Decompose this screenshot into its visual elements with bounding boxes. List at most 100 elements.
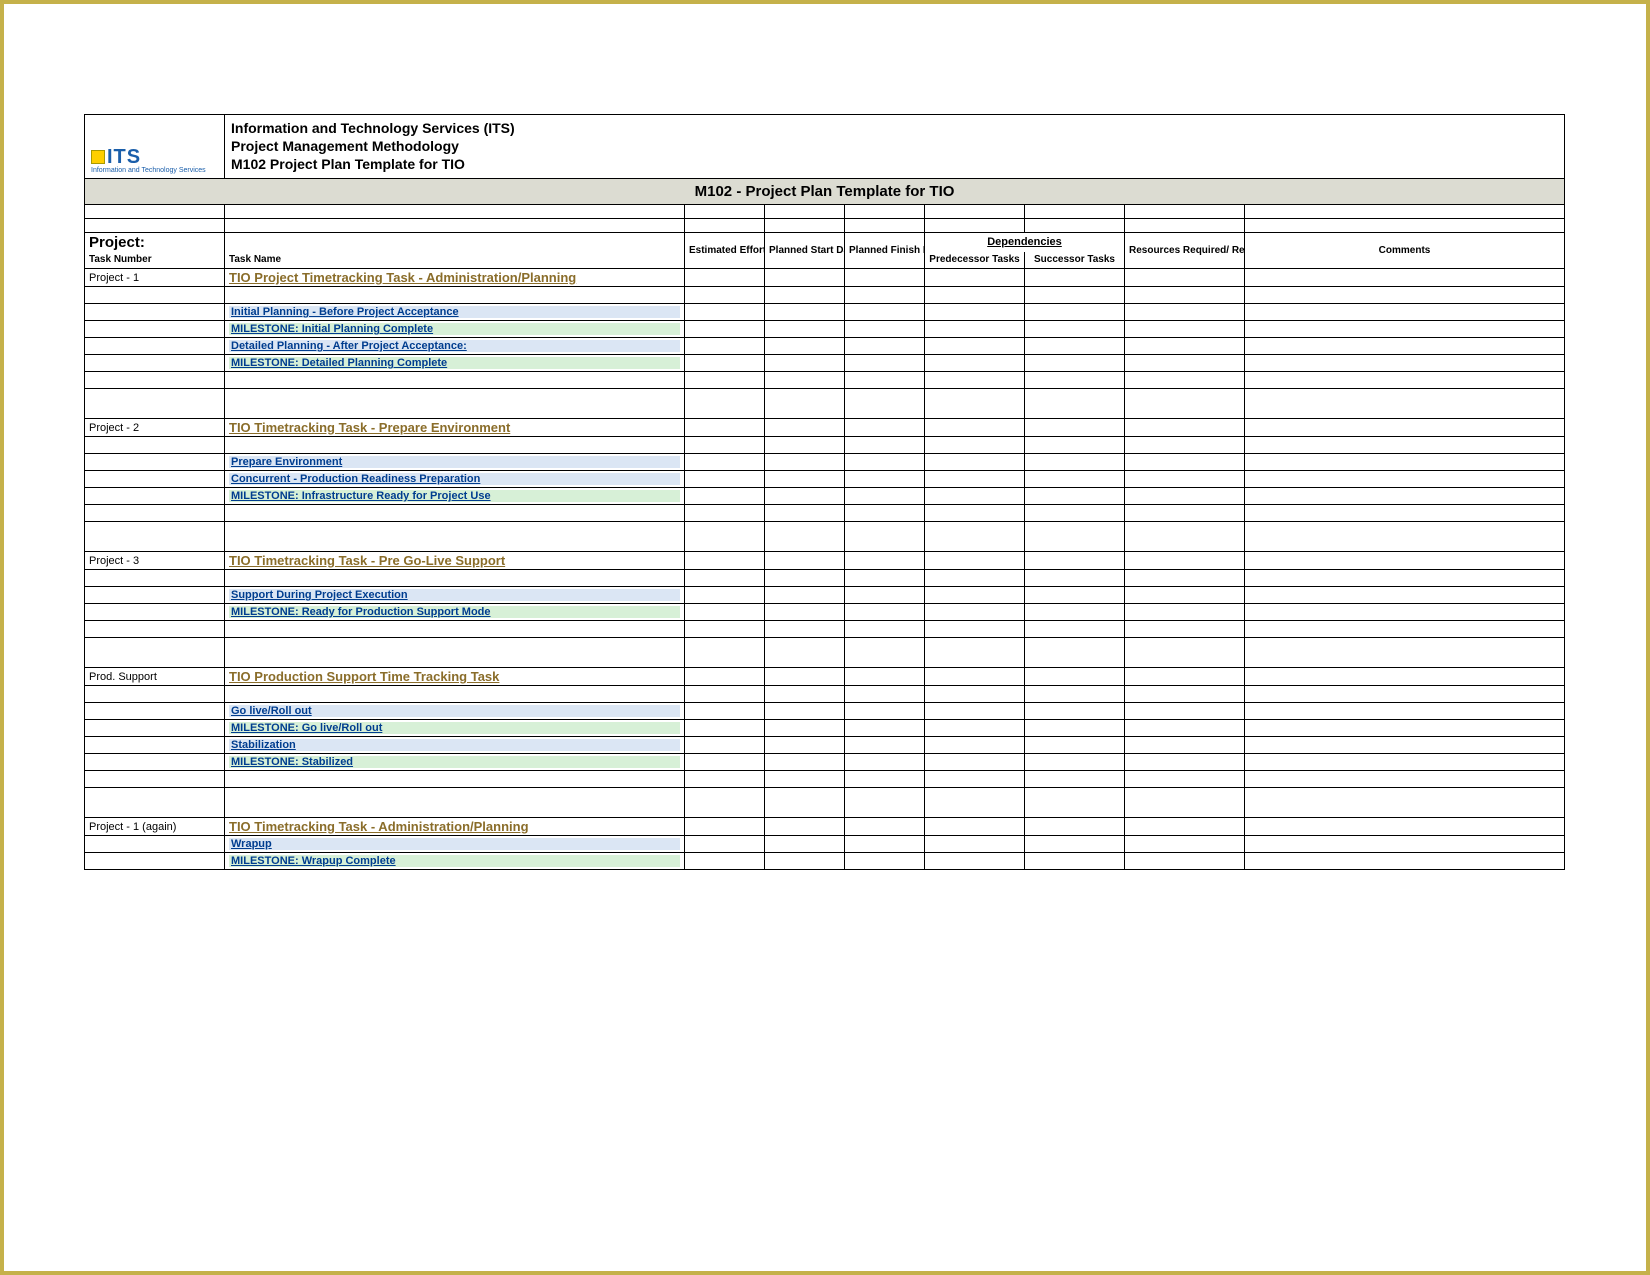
task-name-cell[interactable]: TIO Timetracking Task - Pre Go-Live Supp… [225, 552, 685, 570]
data-cell[interactable] [1125, 471, 1245, 488]
data-cell[interactable] [1245, 471, 1565, 488]
data-cell[interactable] [685, 321, 765, 338]
task-number-cell[interactable] [85, 287, 225, 304]
data-cell[interactable] [765, 505, 845, 522]
data-cell[interactable] [845, 552, 925, 570]
task-number-cell[interactable] [85, 372, 225, 389]
data-cell[interactable] [685, 419, 765, 437]
data-cell[interactable] [845, 522, 925, 552]
data-cell[interactable] [1025, 853, 1125, 870]
task-number-cell[interactable] [85, 355, 225, 372]
data-cell[interactable] [1245, 437, 1565, 454]
data-cell[interactable] [685, 604, 765, 621]
data-cell[interactable] [765, 638, 845, 668]
data-cell[interactable] [845, 621, 925, 638]
data-cell[interactable] [925, 269, 1025, 287]
data-cell[interactable] [685, 788, 765, 818]
task-number-cell[interactable] [85, 686, 225, 703]
data-cell[interactable] [765, 269, 845, 287]
data-cell[interactable] [1025, 754, 1125, 771]
task-number-cell[interactable] [85, 754, 225, 771]
task-name-cell[interactable] [225, 389, 685, 419]
data-cell[interactable] [1245, 703, 1565, 720]
data-cell[interactable] [685, 818, 765, 836]
task-number-cell[interactable] [85, 505, 225, 522]
data-cell[interactable] [765, 552, 845, 570]
data-cell[interactable] [685, 720, 765, 737]
data-cell[interactable] [685, 471, 765, 488]
data-cell[interactable] [765, 522, 845, 552]
data-cell[interactable] [845, 836, 925, 853]
task-name-cell[interactable] [225, 522, 685, 552]
data-cell[interactable] [1125, 454, 1245, 471]
task-number-cell[interactable] [85, 638, 225, 668]
data-cell[interactable] [925, 355, 1025, 372]
task-number-cell[interactable] [85, 570, 225, 587]
data-cell[interactable] [1125, 836, 1245, 853]
data-cell[interactable] [1245, 355, 1565, 372]
data-cell[interactable] [1025, 338, 1125, 355]
data-cell[interactable] [765, 287, 845, 304]
data-cell[interactable] [1125, 372, 1245, 389]
data-cell[interactable] [1125, 771, 1245, 788]
task-name-cell[interactable] [225, 638, 685, 668]
data-cell[interactable] [1245, 587, 1565, 604]
data-cell[interactable] [1245, 788, 1565, 818]
data-cell[interactable] [765, 488, 845, 505]
data-cell[interactable] [925, 522, 1025, 552]
data-cell[interactable] [1025, 668, 1125, 686]
data-cell[interactable] [1025, 788, 1125, 818]
data-cell[interactable] [1245, 372, 1565, 389]
data-cell[interactable] [925, 703, 1025, 720]
data-cell[interactable] [1025, 454, 1125, 471]
task-name-cell[interactable] [225, 287, 685, 304]
data-cell[interactable] [1125, 788, 1245, 818]
data-cell[interactable] [925, 621, 1025, 638]
data-cell[interactable] [685, 372, 765, 389]
task-number-cell[interactable] [85, 771, 225, 788]
data-cell[interactable] [1245, 304, 1565, 321]
data-cell[interactable] [1025, 818, 1125, 836]
data-cell[interactable] [685, 488, 765, 505]
data-cell[interactable] [1025, 505, 1125, 522]
task-name-cell[interactable]: Initial Planning - Before Project Accept… [225, 304, 685, 321]
data-cell[interactable] [1025, 437, 1125, 454]
data-cell[interactable] [685, 703, 765, 720]
data-cell[interactable] [845, 372, 925, 389]
data-cell[interactable] [765, 389, 845, 419]
data-cell[interactable] [845, 668, 925, 686]
data-cell[interactable] [845, 269, 925, 287]
task-name-cell[interactable]: MILESTONE: Stabilized [225, 754, 685, 771]
data-cell[interactable] [845, 505, 925, 522]
data-cell[interactable] [765, 771, 845, 788]
data-cell[interactable] [845, 771, 925, 788]
data-cell[interactable] [845, 720, 925, 737]
data-cell[interactable] [685, 587, 765, 604]
data-cell[interactable] [1125, 570, 1245, 587]
data-cell[interactable] [685, 287, 765, 304]
task-name-cell[interactable]: MILESTONE: Ready for Production Support … [225, 604, 685, 621]
task-number-cell[interactable]: Project - 1 (again) [85, 818, 225, 836]
data-cell[interactable] [845, 703, 925, 720]
data-cell[interactable] [1245, 269, 1565, 287]
data-cell[interactable] [925, 389, 1025, 419]
data-cell[interactable] [765, 686, 845, 703]
task-name-cell[interactable]: Detailed Planning - After Project Accept… [225, 338, 685, 355]
data-cell[interactable] [925, 788, 1025, 818]
task-name-cell[interactable] [225, 621, 685, 638]
data-cell[interactable] [845, 570, 925, 587]
data-cell[interactable] [1245, 604, 1565, 621]
data-cell[interactable] [765, 454, 845, 471]
data-cell[interactable] [1025, 372, 1125, 389]
data-cell[interactable] [765, 587, 845, 604]
task-name-cell[interactable]: TIO Project Timetracking Task - Administ… [225, 269, 685, 287]
data-cell[interactable] [845, 686, 925, 703]
data-cell[interactable] [925, 552, 1025, 570]
data-cell[interactable] [1125, 389, 1245, 419]
data-cell[interactable] [685, 389, 765, 419]
data-cell[interactable] [845, 853, 925, 870]
data-cell[interactable] [1025, 836, 1125, 853]
data-cell[interactable] [1125, 587, 1245, 604]
data-cell[interactable] [1245, 754, 1565, 771]
data-cell[interactable] [685, 621, 765, 638]
